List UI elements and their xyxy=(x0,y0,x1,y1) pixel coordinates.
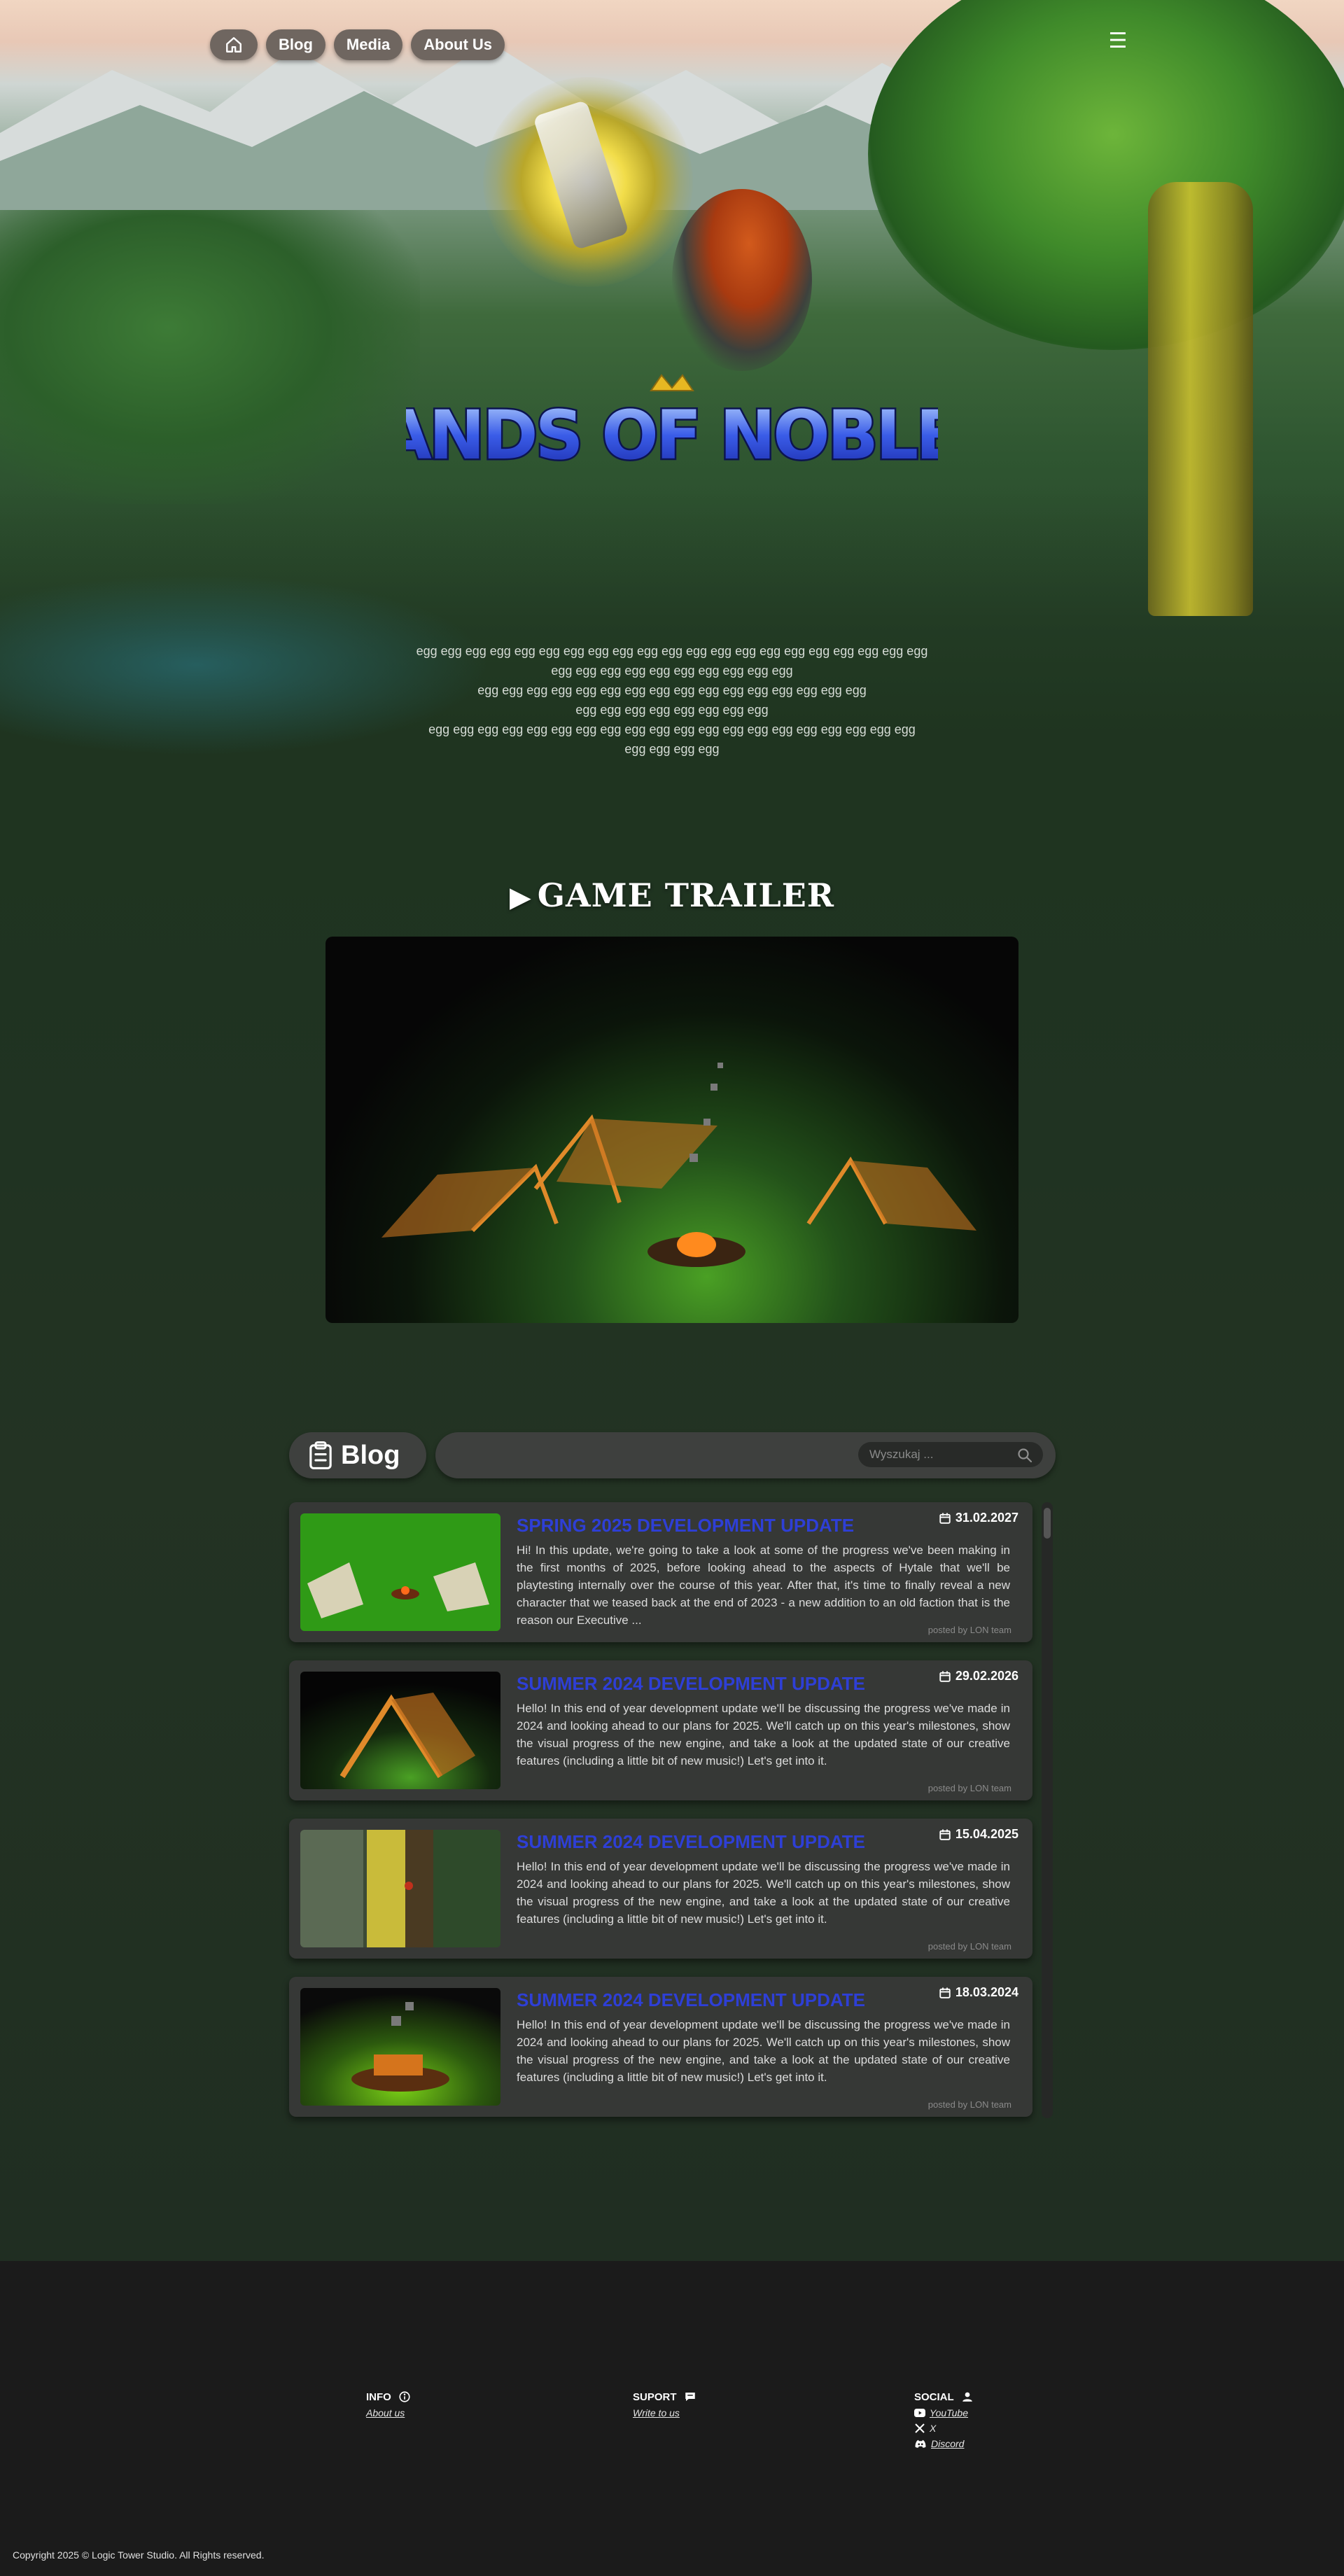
copyright: Copyright 2025 © Logic Tower Studio. All… xyxy=(13,2549,265,2561)
write-to-us-link[interactable]: Write to us xyxy=(633,2407,696,2418)
blog-post[interactable]: SPRING 2025 DEVELOPMENT UPDATE 31.02.202… xyxy=(289,1502,1032,1642)
post-title[interactable]: SPRING 2025 DEVELOPMENT UPDATE xyxy=(517,1515,909,1536)
calendar-icon xyxy=(939,1513,951,1524)
game-logo: LANDS OF NOBLES xyxy=(406,374,938,477)
youtube-link[interactable]: YouTube xyxy=(914,2407,974,2418)
play-icon: ▶ xyxy=(509,881,532,913)
post-author: posted by LON team xyxy=(927,1941,1011,1952)
x-icon xyxy=(915,2423,925,2433)
scrollbar-thumb[interactable] xyxy=(1044,1508,1051,1539)
hamburger-icon[interactable]: ☰ xyxy=(1107,31,1128,52)
blog-post-list: SPRING 2025 DEVELOPMENT UPDATE 31.02.202… xyxy=(289,1502,1032,2135)
clipboard-icon xyxy=(309,1441,332,1469)
post-date: 15.04.2025 xyxy=(939,1827,1018,1842)
blog-post[interactable]: SUMMER 2024 DEVELOPMENT UPDATE 18.03.202… xyxy=(289,1977,1032,2117)
post-title[interactable]: SUMMER 2024 DEVELOPMENT UPDATE xyxy=(517,1831,909,1853)
footer-social: SOCIAL YouTube X Discord xyxy=(914,2390,974,2449)
user-icon xyxy=(962,2392,972,2402)
post-excerpt: Hello! In this end of year development u… xyxy=(517,1860,1010,1926)
footer-social-heading: SOCIAL xyxy=(914,2390,974,2403)
discord-label: Discord xyxy=(931,2438,965,2449)
footer: INFO About us SUPORT Write to us SOCIAL … xyxy=(0,2261,1344,2576)
post-date: 18.03.2024 xyxy=(939,1985,1018,2000)
post-date: 29.02.2026 xyxy=(939,1669,1018,1684)
blog-post[interactable]: SUMMER 2024 DEVELOPMENT UPDATE 15.04.202… xyxy=(289,1819,1032,1959)
nav-media[interactable]: Media xyxy=(333,29,403,60)
blog-title: Blog xyxy=(341,1440,400,1470)
footer-support-heading: SUPORT xyxy=(633,2390,696,2403)
post-excerpt: Hi! In this update, we're going to take … xyxy=(517,1544,1010,1627)
footer-info-heading: INFO xyxy=(366,2390,411,2403)
trailer-heading: ▶ GAME TRAILER xyxy=(476,876,868,914)
post-title[interactable]: SUMMER 2024 DEVELOPMENT UPDATE xyxy=(517,1673,909,1695)
tree-crown xyxy=(868,0,1344,350)
logo-text: LANDS OF NOBLES xyxy=(406,396,938,475)
about-us-link[interactable]: About us xyxy=(366,2407,411,2418)
post-author: posted by LON team xyxy=(927,2099,1011,2110)
intro-line: egg egg egg egg egg egg egg egg egg egg … xyxy=(416,644,928,658)
post-date-text: 15.04.2025 xyxy=(955,1827,1018,1841)
trailer-video[interactable] xyxy=(326,937,1018,1323)
intro-line: egg egg egg egg egg egg egg egg egg egg … xyxy=(428,722,916,736)
forest-left xyxy=(0,210,420,504)
nav-blog[interactable]: Blog xyxy=(266,29,326,60)
post-thumbnail xyxy=(300,1513,500,1631)
calendar-icon xyxy=(939,1987,951,1998)
youtube-label: YouTube xyxy=(930,2407,969,2418)
footer-social-title: SOCIAL xyxy=(914,2390,954,2403)
intro-line: egg egg egg egg egg egg egg egg xyxy=(575,703,769,717)
x-link[interactable]: X xyxy=(914,2423,974,2434)
intro-line: egg egg egg egg xyxy=(624,742,720,756)
post-date: 31.02.2027 xyxy=(939,1511,1018,1525)
post-thumbnail xyxy=(300,1988,500,2106)
post-excerpt: Hello! In this end of year development u… xyxy=(517,2018,1010,2084)
blog-heading: Blog xyxy=(289,1432,426,1478)
post-excerpt: Hello! In this end of year development u… xyxy=(517,1702,1010,1768)
search-icon[interactable] xyxy=(1016,1447,1033,1464)
calendar-icon xyxy=(939,1829,951,1840)
post-title[interactable]: SUMMER 2024 DEVELOPMENT UPDATE xyxy=(517,1989,909,2011)
home-button[interactable] xyxy=(210,29,258,60)
youtube-icon xyxy=(914,2409,925,2417)
calendar-icon xyxy=(939,1671,951,1682)
intro-line: egg egg egg egg egg egg egg egg egg egg xyxy=(551,664,793,678)
discord-icon xyxy=(915,2440,926,2448)
post-thumbnail xyxy=(300,1830,500,1947)
footer-info-title: INFO xyxy=(366,2390,391,2403)
post-author: posted by LON team xyxy=(927,1625,1011,1635)
nav-about-us[interactable]: About Us xyxy=(411,29,505,60)
x-label: X xyxy=(930,2423,937,2434)
search-input[interactable] xyxy=(858,1442,1043,1467)
home-icon xyxy=(226,37,241,52)
video-scene xyxy=(382,1063,976,1267)
post-thumbnail xyxy=(300,1672,500,1789)
post-date-text: 18.03.2024 xyxy=(955,1985,1018,1999)
hero-character xyxy=(672,189,812,371)
intro-text: egg egg egg egg egg egg egg egg egg egg … xyxy=(392,641,952,759)
blog-post[interactable]: SUMMER 2024 DEVELOPMENT UPDATE 29.02.202… xyxy=(289,1660,1032,1800)
blog-scrollbar[interactable] xyxy=(1042,1502,1053,2118)
intro-line: egg egg egg egg egg egg egg egg egg egg … xyxy=(477,683,867,697)
chat-icon xyxy=(685,2393,695,2401)
tree-trunk xyxy=(1148,182,1253,616)
post-author: posted by LON team xyxy=(927,1783,1011,1793)
footer-info: INFO About us xyxy=(366,2390,411,2418)
footer-support: SUPORT Write to us xyxy=(633,2390,696,2418)
top-nav: Blog Media About Us xyxy=(210,29,505,60)
post-date-text: 31.02.2027 xyxy=(955,1511,1018,1525)
trailer-title: GAME TRAILER xyxy=(537,876,835,914)
post-date-text: 29.02.2026 xyxy=(955,1669,1018,1683)
info-icon xyxy=(399,2391,410,2402)
footer-support-title: SUPORT xyxy=(633,2390,677,2403)
discord-link[interactable]: Discord xyxy=(914,2438,974,2449)
